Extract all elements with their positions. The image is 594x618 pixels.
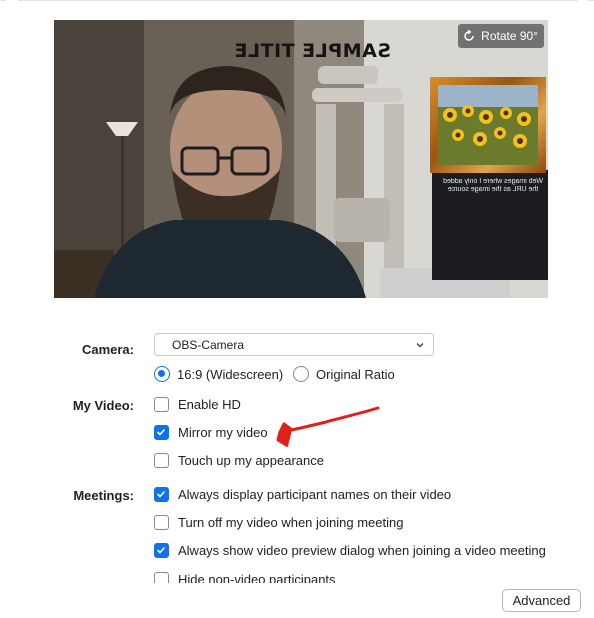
picture-frame-overlay [430, 77, 546, 173]
hide-non-video-label: Hide non-video participants [178, 572, 336, 583]
display-names-check[interactable] [154, 487, 169, 502]
hide-non-video-checkbox[interactable]: Hide non-video participants [154, 572, 336, 583]
rotate-button[interactable]: Rotate 90° [458, 24, 544, 48]
mirror-video-label: Mirror my video [178, 425, 268, 440]
checkmark-icon [156, 546, 166, 554]
video-preview-dialog-check[interactable] [154, 543, 169, 558]
mirror-video-checkbox[interactable]: Mirror my video [154, 425, 268, 440]
turn-off-video-checkbox[interactable]: Turn off my video when joining meeting [154, 515, 403, 530]
advanced-button[interactable]: Advanced [502, 589, 581, 612]
display-names-label: Always display participant names on thei… [178, 487, 452, 502]
frame-caption: Web images where I only added the URL as… [443, 178, 543, 193]
checkmark-icon [156, 490, 166, 498]
video-preview-dialog-checkbox[interactable]: Always show video preview dialog when jo… [154, 543, 546, 558]
radio-original-ratio-control[interactable] [293, 366, 309, 382]
chevron-down-icon [416, 342, 424, 347]
mirror-video-check[interactable] [154, 425, 169, 440]
rotate-label: Rotate 90° [481, 29, 538, 43]
camera-label: Camera: [81, 342, 134, 357]
scroll-clip: Hide non-video participants [0, 571, 594, 583]
touch-up-label: Touch up my appearance [178, 453, 324, 468]
enable-hd-check[interactable] [154, 397, 169, 412]
rotate-icon [464, 29, 474, 41]
display-names-checkbox[interactable]: Always display participant names on thei… [154, 487, 451, 502]
sunflowers-image [438, 85, 538, 165]
radio-widescreen-control[interactable] [154, 366, 170, 382]
video-preview-dialog-label: Always show video preview dialog when jo… [178, 543, 546, 558]
annotation-arrow-icon [276, 406, 380, 448]
video-preview: SAMPLE TITLE Web images where I only add… [54, 20, 548, 298]
checkmark-icon [156, 428, 166, 436]
radio-widescreen-label: 16:9 (Widescreen) [177, 366, 284, 382]
turn-off-video-check[interactable] [154, 515, 169, 530]
hide-non-video-check[interactable] [154, 572, 169, 583]
camera-select[interactable]: OBS-Camera [154, 333, 434, 356]
camera-select-value: OBS-Camera [172, 337, 245, 352]
radio-original-ratio-label: Original Ratio [316, 366, 395, 382]
overlay-title: SAMPLE TITLE [234, 40, 391, 62]
radio-widescreen[interactable]: 16:9 (Widescreen) [154, 366, 283, 382]
enable-hd-checkbox[interactable]: Enable HD [154, 397, 241, 412]
radio-original-ratio[interactable]: Original Ratio [293, 366, 395, 382]
turn-off-video-label: Turn off my video when joining meeting [178, 515, 404, 530]
touch-up-checkbox[interactable]: Touch up my appearance [154, 453, 324, 468]
my-video-label: My Video: [72, 398, 134, 413]
enable-hd-label: Enable HD [178, 397, 241, 412]
touch-up-check[interactable] [154, 453, 169, 468]
meetings-label: Meetings: [73, 488, 134, 503]
top-divider [0, 0, 594, 1]
